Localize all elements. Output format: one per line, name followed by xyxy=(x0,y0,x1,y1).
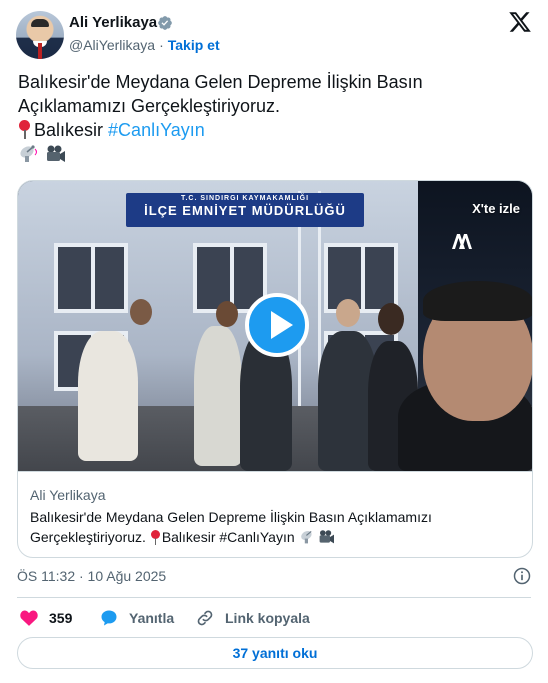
preview-desc-line-2: Gerçekleştiriyoruz. Balıkesir #CanlıYayı… xyxy=(30,527,522,547)
handle-row: @AliYerlikaya · Takip et xyxy=(69,37,220,53)
read-replies-button[interactable]: 37 yanıtı oku xyxy=(17,637,533,669)
copy-link-button[interactable]: Link kopyala xyxy=(195,606,310,630)
tweet-location: Balıkesir xyxy=(34,120,104,140)
preview-desc-line-2b: Balıkesir #CanlıYayın xyxy=(161,529,295,545)
satellite-antenna-icon xyxy=(20,145,37,162)
video-media-card[interactable]: T.C. SINDIRGI KAYMAKAMLIĞI İLÇE EMNİYET … xyxy=(17,180,533,558)
tweet-timestamp[interactable]: ÖS 11:32 · 10 Ağu 2025 xyxy=(17,568,166,584)
author-avatar[interactable] xyxy=(16,11,64,59)
separator-dot: · xyxy=(159,37,164,53)
satellite-antenna-icon xyxy=(300,530,312,544)
aa-news-logo-icon xyxy=(452,234,472,249)
preview-author: Ali Yerlikaya xyxy=(30,487,106,503)
hashtag-link[interactable]: #CanlıYayın xyxy=(108,120,205,140)
movie-camera-icon xyxy=(319,530,334,544)
tweet-line-2: Açıklamamızı Gerçekleştiriyoruz. xyxy=(18,96,281,116)
divider xyxy=(17,597,531,598)
preview-desc-line-1: Balıkesir'de Meydana Gelen Depreme İlişk… xyxy=(30,509,432,525)
tweet-line-4 xyxy=(18,142,528,166)
preview-desc-line-2a: Gerçekleştiriyoruz. xyxy=(30,529,146,545)
sign-big-text: İLÇE EMNİYET MÜDÜRLÜĞÜ xyxy=(144,203,346,218)
building-sign: T.C. SINDIRGI KAYMAKAMLIĞI İLÇE EMNİYET … xyxy=(126,193,364,227)
follow-button[interactable]: Takip et xyxy=(168,37,220,53)
media-link-preview[interactable]: Ali Yerlikaya Balıkesir'de Meydana Gelen… xyxy=(18,471,532,557)
reply-button[interactable]: Yanıtla xyxy=(99,606,174,630)
preview-description: Balıkesir'de Meydana Gelen Depreme İlişk… xyxy=(30,507,522,547)
round-pushpin-icon xyxy=(150,529,160,545)
tweet-line-1: Balıkesir'de Meydana Gelen Depreme İlişk… xyxy=(18,72,423,92)
author-handle[interactable]: @AliYerlikaya xyxy=(69,37,155,53)
embedded-tweet-card: Ali Yerlikaya @AliYerlikaya · Takip et Bal… xyxy=(0,0,548,683)
tweet-text: Balıkesir'de Meydana Gelen Depreme İlişk… xyxy=(18,70,528,166)
verified-badge-icon xyxy=(158,16,172,30)
video-thumbnail[interactable]: T.C. SINDIRGI KAYMAKAMLIĞI İLÇE EMNİYET … xyxy=(18,181,532,471)
link-icon xyxy=(197,610,213,626)
heart-icon xyxy=(20,610,38,626)
round-pushpin-icon xyxy=(18,118,30,140)
tweet-actions: 359 Yanıtla Link kopyala xyxy=(17,606,531,630)
sign-small-text: T.C. SINDIRGI KAYMAKAMLIĞI xyxy=(180,195,310,202)
play-button[interactable] xyxy=(245,293,309,357)
like-button[interactable]: 359 xyxy=(19,606,72,630)
copy-link-label: Link kopyala xyxy=(225,610,310,626)
info-icon[interactable] xyxy=(512,566,532,586)
reply-label: Yanıtla xyxy=(129,610,175,626)
watch-on-x-label[interactable]: X'te izle xyxy=(472,201,520,216)
movie-camera-icon xyxy=(47,145,65,162)
author-name[interactable]: Ali Yerlikaya xyxy=(69,14,157,31)
like-count: 359 xyxy=(49,610,73,626)
speech-bubble-icon xyxy=(101,610,117,626)
tweet-line-3: Balıkesir #CanlıYayın xyxy=(18,118,528,142)
x-logo-icon[interactable] xyxy=(508,10,532,34)
